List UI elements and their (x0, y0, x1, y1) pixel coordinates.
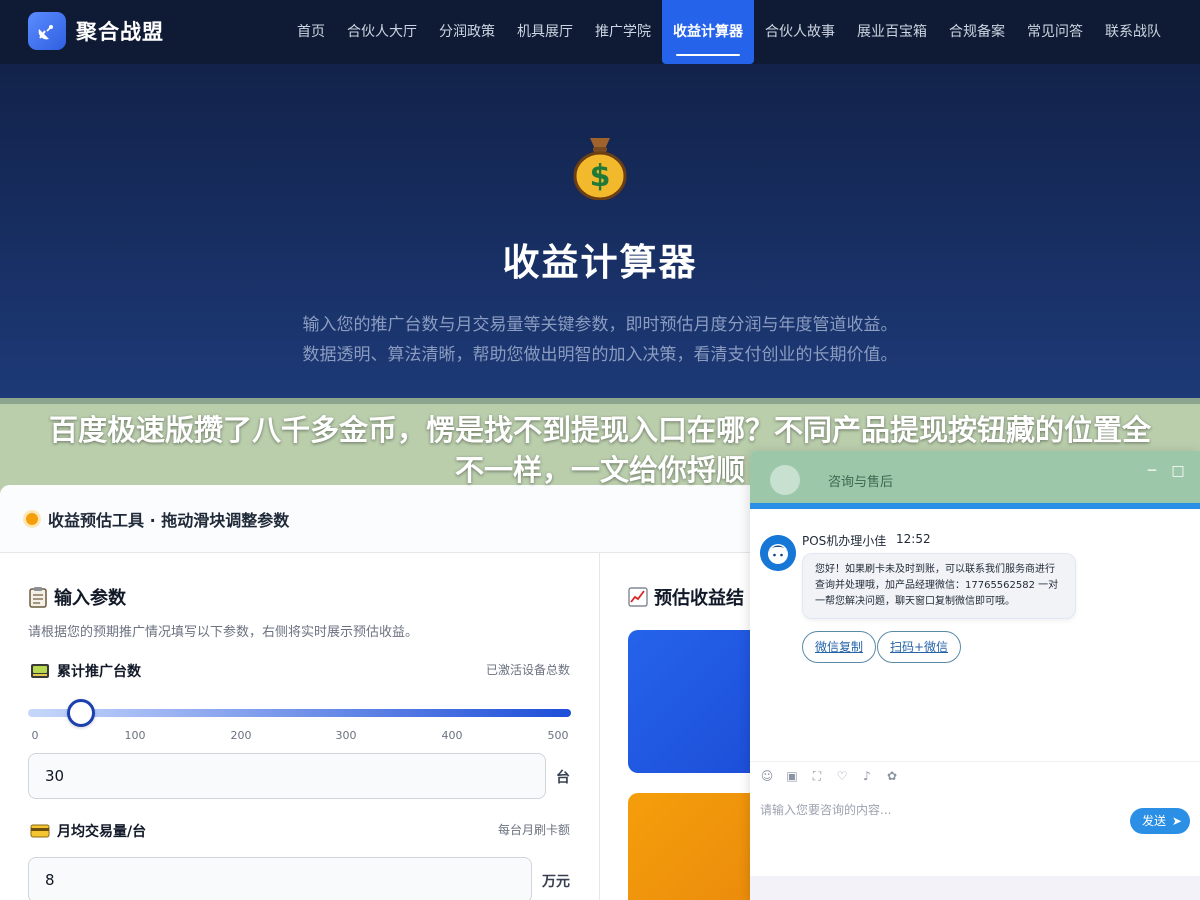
nav-item-home[interactable]: 首页 (286, 0, 336, 64)
results-section-title: 预估收益结 (628, 584, 744, 610)
sound-icon[interactable]: ♪ (860, 769, 874, 783)
volume-field-hint: 每台月刷卡额 (497, 823, 570, 837)
slider-tick: 400 (441, 729, 463, 742)
nav-item-compliance[interactable]: 合规备案 (938, 0, 1016, 64)
chat-message-input[interactable]: 请输入您要咨询的内容... (760, 801, 891, 818)
nav-item-academy[interactable]: 推广学院 (584, 0, 662, 64)
devices-unit: 台 (556, 770, 570, 786)
pos-terminal-icon (31, 664, 49, 678)
volume-input[interactable]: 8 (28, 857, 532, 900)
input-section-description: 请根据您的预期推广情况填写以下参数，右侧将实时展示预估收益。 (28, 625, 419, 640)
input-section-title: 输入参数 (28, 584, 126, 610)
slider-tick: 100 (124, 729, 146, 742)
calculator-header: 收益预估工具 · 拖动滑块调整参数 (0, 485, 760, 553)
yearly-result-card (628, 793, 760, 900)
input-panel: 输入参数 请根据您的预期推广情况填写以下参数，右侧将实时展示预估收益。 累计推广… (0, 553, 600, 900)
nav-item-contact[interactable]: 联系战队 (1094, 0, 1172, 64)
clipboard-icon (29, 587, 47, 608)
credit-card-icon (30, 824, 50, 838)
top-navbar: 聚合战盟 首页 合伙人大厅 分润政策 机具展厅 推广学院 收益计算器 合伙人故事… (0, 0, 1200, 64)
send-button-label: 发送 (1142, 814, 1167, 828)
chat-widget: 咨询与售后 ─ □ POS机办理小佳 12:52 您好！如果刷卡未及时到账，可以… (750, 451, 1200, 900)
nav-item-device-showroom[interactable]: 机具展厅 (506, 0, 584, 64)
hero-section: $ 收益计算器 输入您的推广台数与月交易量等关键参数，即时预估月度分润与年度管道… (0, 64, 1200, 404)
nav-item-faq[interactable]: 常见问答 (1016, 0, 1094, 64)
devices-field-hint: 已激活设备总数 (485, 663, 570, 677)
volume-field-label-text: 月均交易量/台 (57, 824, 147, 840)
status-dot-icon (26, 512, 38, 525)
message-time: 12:52 (896, 532, 931, 546)
money-bag-icon: $ (573, 138, 627, 200)
rating-icon[interactable]: ♡ (835, 769, 849, 783)
agent-message-bubble: 您好！如果刷卡未及时到账，可以联系我们服务商进行查询并处理哦，加产品经理微信：1… (802, 553, 1076, 619)
scan-wechat-button[interactable]: 扫码+微信 (877, 631, 962, 663)
devices-field-label: 累计推广台数 (30, 661, 141, 681)
chat-accent-bar (750, 503, 1200, 509)
overlay-headline: 百度极速版攒了八千多金币，愣是找不到提现入口在哪？不同产品提现按钮藏的位置全不一… (48, 413, 1151, 487)
volume-field-label: 月均交易量/台 (30, 821, 146, 841)
devices-slider-track[interactable] (28, 709, 571, 717)
input-section-title-text: 输入参数 (54, 588, 126, 609)
calculator-header-title: 收益预估工具 · 拖动滑块调整参数 (48, 510, 290, 530)
satellite-dish-icon (28, 12, 66, 50)
hero-description: 输入您的推广台数与月交易量等关键参数，即时预估月度分润与年度管道收益。数据透明、… (302, 315, 898, 365)
page-title: 收益计算器 (502, 241, 698, 284)
screenshot-icon[interactable]: ⛶ (810, 769, 824, 783)
nav-item-profit-calculator[interactable]: 收益计算器 (662, 0, 754, 64)
brand-name: 聚合战盟 (76, 20, 164, 44)
slider-tick: 200 (230, 729, 252, 742)
chat-toolbar: ☺ ▣ ⛶ ♡ ♪ ✿ (750, 761, 1200, 789)
brand-logo[interactable]: 聚合战盟 (28, 12, 164, 50)
image-icon[interactable]: ▣ (785, 769, 799, 783)
results-panel: 预估收益结 (600, 553, 760, 900)
devices-field-label-text: 累计推广台数 (57, 664, 141, 680)
emoji-icon[interactable]: ☺ (760, 769, 774, 783)
volume-unit: 万元 (542, 874, 570, 890)
send-arrow-icon: ➤ (1171, 814, 1182, 828)
maximize-icon[interactable]: □ (1170, 463, 1186, 479)
chat-footer (750, 876, 1200, 900)
monthly-result-card (628, 630, 760, 773)
devices-slider-thumb[interactable] (66, 699, 95, 727)
svg-text:$: $ (590, 159, 611, 194)
nav-item-profit-policy[interactable]: 分润政策 (428, 0, 506, 64)
devices-input[interactable]: 30 (28, 753, 546, 799)
nav-item-toolbox[interactable]: 展业百宝箱 (846, 0, 938, 64)
slider-tick: 300 (335, 729, 357, 742)
wechat-icon[interactable]: ✿ (885, 769, 899, 783)
copy-wechat-button[interactable]: 微信复制 (802, 631, 877, 663)
results-section-title-text: 预估收益结 (654, 588, 744, 609)
agent-avatar-icon (760, 535, 796, 571)
nav-item-partner-stories[interactable]: 合伙人故事 (754, 0, 846, 64)
slider-tick: 0 (31, 729, 39, 742)
send-button[interactable]: 发送 ➤ (1130, 808, 1190, 834)
agent-name: POS机办理小佳 (802, 534, 887, 548)
calculator-card: 收益预估工具 · 拖动滑块调整参数 输入参数 请根据您的预期推广情况填写以下参数… (0, 485, 760, 900)
nav-item-partner-hall[interactable]: 合伙人大厅 (336, 0, 428, 64)
slider-tick: 500 (547, 729, 569, 742)
nav-menu: 首页 合伙人大厅 分润政策 机具展厅 推广学院 收益计算器 合伙人故事 展业百宝… (286, 0, 1172, 64)
chart-up-icon (628, 587, 648, 607)
